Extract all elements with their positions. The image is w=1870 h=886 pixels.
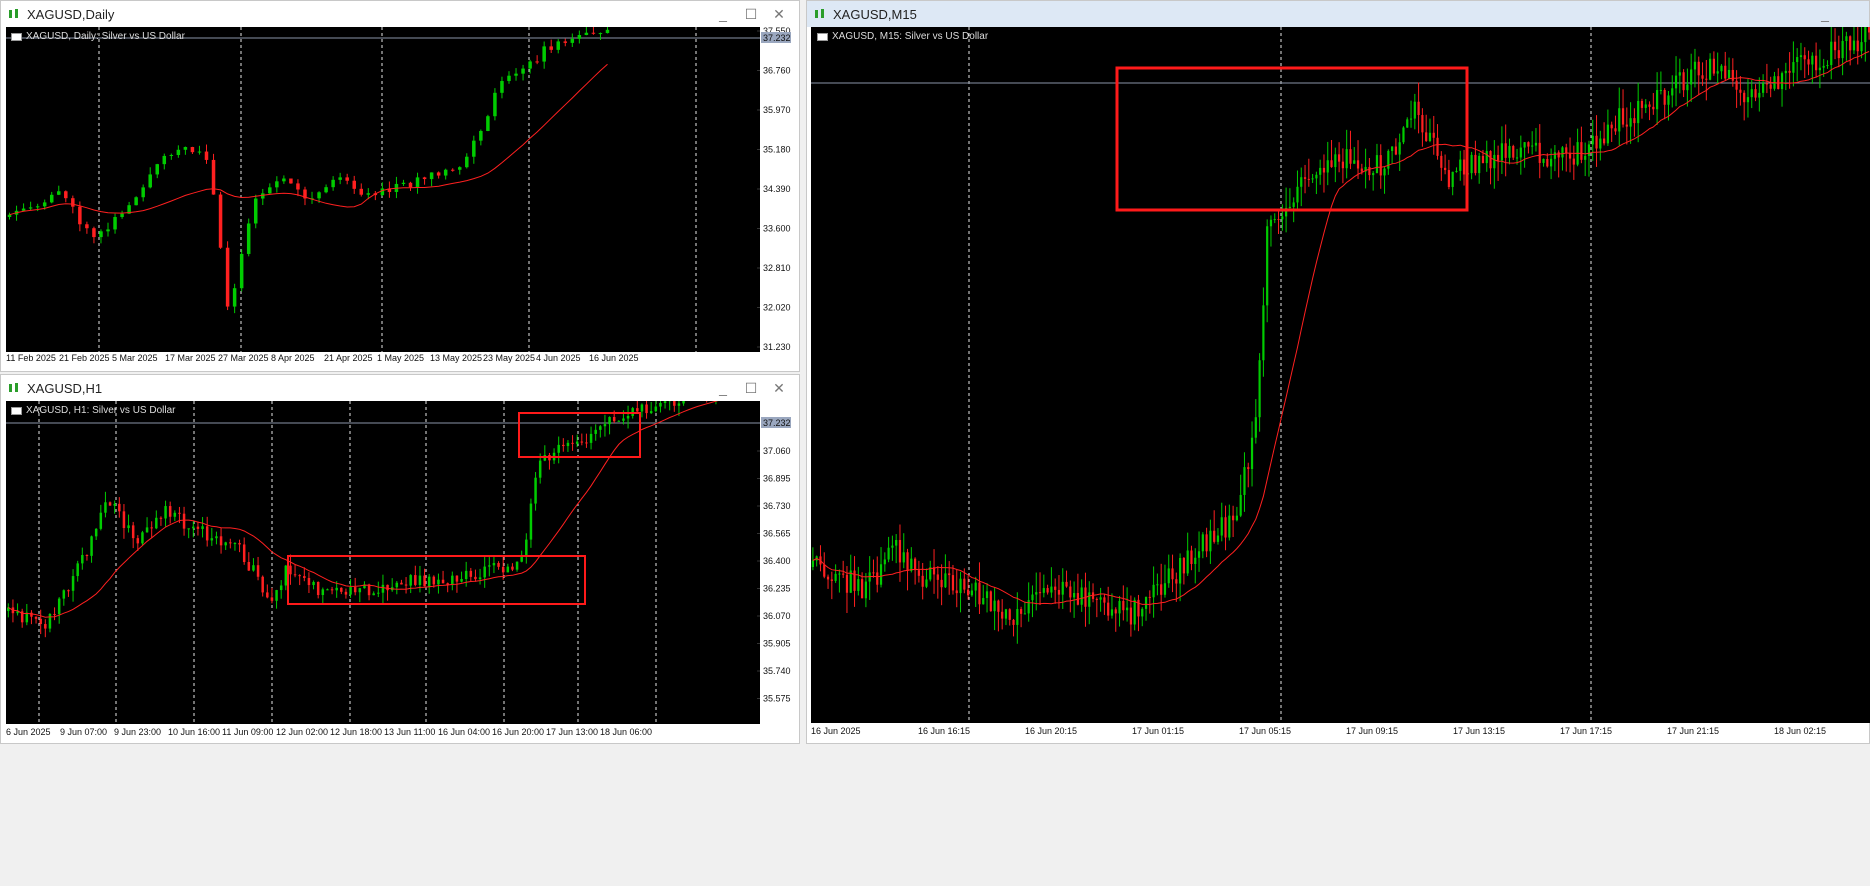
axes-daily: 37.55036.76035.97035.18034.39033.60032.8… bbox=[6, 26, 791, 363]
time-label: 16 Jun 20:00 bbox=[492, 727, 544, 737]
time-label: 13 Jun 11:00 bbox=[384, 727, 435, 737]
price-label: 35.905 bbox=[763, 639, 791, 649]
bid-price-label: 37.232 bbox=[763, 418, 791, 428]
time-label: 11 Jun 09:00 bbox=[222, 727, 273, 737]
time-label: 21 Apr 2025 bbox=[324, 353, 373, 363]
time-label: 16 Jun 04:00 bbox=[438, 727, 490, 737]
price-label: 36.400 bbox=[763, 556, 791, 566]
price-label: 33.600 bbox=[763, 224, 791, 234]
time-label: 9 Jun 07:00 bbox=[60, 727, 107, 737]
price-label: 37.060 bbox=[763, 446, 791, 456]
time-label: 23 May 2025 bbox=[483, 353, 535, 363]
time-label: 17 Jun 21:15 bbox=[1667, 726, 1719, 736]
time-label: 18 Jun 02:15 bbox=[1774, 726, 1826, 736]
price-label: 36.235 bbox=[763, 584, 791, 594]
price-label: 32.810 bbox=[763, 263, 791, 273]
time-label: 16 Jun 20:15 bbox=[1025, 726, 1077, 736]
window-m15[interactable]: XAGUSD,M15 _ XAGUSD, M15: Silver vs US D… bbox=[806, 0, 1870, 744]
price-label: 35.740 bbox=[763, 666, 791, 676]
time-label: 6 Jun 2025 bbox=[6, 727, 51, 737]
time-label: 16 Jun 2025 bbox=[589, 353, 639, 363]
window-daily[interactable]: XAGUSD,Daily _ ☐ ✕ XAGUSD, Daily: Silver… bbox=[0, 0, 800, 372]
price-label: 36.895 bbox=[763, 474, 791, 484]
price-label: 32.020 bbox=[763, 303, 791, 313]
price-label: 31.230 bbox=[763, 342, 791, 352]
time-label: 12 Jun 18:00 bbox=[330, 727, 382, 737]
price-label: 34.390 bbox=[763, 184, 791, 194]
time-label: 21 Feb 2025 bbox=[59, 353, 110, 363]
time-label: 17 Jun 09:15 bbox=[1346, 726, 1398, 736]
price-label: 35.970 bbox=[763, 105, 791, 115]
price-label: 36.070 bbox=[763, 611, 791, 621]
time-label: 1 May 2025 bbox=[377, 353, 424, 363]
price-label: 36.565 bbox=[763, 529, 791, 539]
time-label: 16 Jun 16:15 bbox=[918, 726, 970, 736]
price-label: 35.575 bbox=[763, 694, 791, 704]
time-label: 18 Jun 06:00 bbox=[600, 727, 652, 737]
time-label: 17 Jun 17:15 bbox=[1560, 726, 1612, 736]
time-label: 8 Apr 2025 bbox=[271, 353, 315, 363]
axes-h1: 37.060 36.895 36.730 36.565 36.400 36.235 36.0… bbox=[6, 417, 791, 737]
price-label: 35.180 bbox=[763, 145, 791, 155]
time-label: 4 Jun 2025 bbox=[536, 353, 581, 363]
time-label: 17 Jun 01:15 bbox=[1132, 726, 1184, 736]
time-label: 17 Jun 13:15 bbox=[1453, 726, 1505, 736]
time-label: 27 Mar 2025 bbox=[218, 353, 269, 363]
bid-price-label: 37.232 bbox=[763, 33, 791, 43]
price-label: 36.730 bbox=[763, 501, 791, 511]
time-label: 13 May 2025 bbox=[430, 353, 482, 363]
time-label: 17 Jun 13:00 bbox=[546, 727, 598, 737]
window-h1[interactable]: XAGUSD,H1 _ ☐ ✕ XAGUSD, H1: Silver vs US… bbox=[0, 374, 800, 744]
time-label: 16 Jun 2025 bbox=[811, 726, 861, 736]
axes-m15: 16 Jun 2025 16 Jun 16:15 16 Jun 20:15 17 Ju… bbox=[811, 726, 1826, 736]
time-label: 17 Mar 2025 bbox=[165, 353, 216, 363]
time-label: 5 Mar 2025 bbox=[112, 353, 158, 363]
time-label: 9 Jun 23:00 bbox=[114, 727, 161, 737]
time-label: 12 Jun 02:00 bbox=[276, 727, 328, 737]
time-label: 11 Feb 2025 bbox=[6, 353, 56, 363]
time-label: 10 Jun 16:00 bbox=[168, 727, 220, 737]
time-label: 17 Jun 05:15 bbox=[1239, 726, 1291, 736]
price-label: 36.760 bbox=[763, 66, 791, 76]
